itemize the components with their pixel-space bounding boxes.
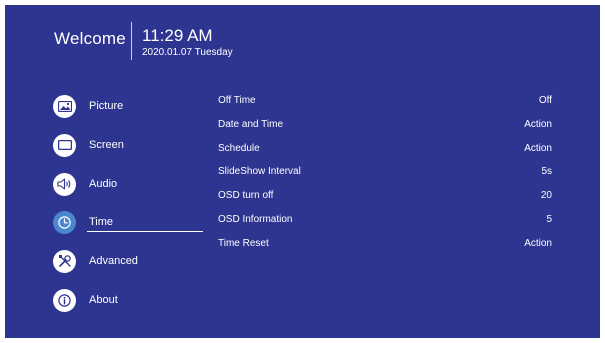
setting-label: Time Reset bbox=[218, 237, 269, 249]
setting-value: Action bbox=[524, 237, 552, 249]
nav-item-advanced[interactable]: Advanced bbox=[53, 248, 213, 274]
setting-label: OSD turn off bbox=[218, 190, 274, 202]
nav-item-picture[interactable]: Picture bbox=[53, 93, 213, 119]
setting-row-osd-turn-off[interactable]: OSD turn off 20 bbox=[218, 188, 552, 212]
setting-value: 5s bbox=[541, 166, 552, 178]
info-icon bbox=[53, 288, 76, 312]
time-settings-list: Off Time Off Date and Time Action Schedu… bbox=[218, 93, 552, 260]
picture-icon bbox=[53, 94, 76, 118]
setting-value: Action bbox=[524, 118, 552, 130]
nav-label-screen: Screen bbox=[89, 139, 124, 151]
screen-icon bbox=[53, 133, 76, 157]
setting-row-slideshow-interval[interactable]: SlideShow Interval 5s bbox=[218, 164, 552, 188]
current-date: 2020.01.07 Tuesday bbox=[142, 47, 233, 58]
setting-label: Off Time bbox=[218, 95, 256, 106]
clock-icon bbox=[53, 210, 76, 234]
nav-label-advanced: Advanced bbox=[89, 255, 138, 267]
setting-value: 5 bbox=[546, 213, 552, 225]
setting-value: 20 bbox=[540, 190, 552, 202]
setting-label: OSD Information bbox=[218, 213, 293, 225]
nav-label-about: About bbox=[89, 294, 118, 306]
setting-value: Action bbox=[524, 142, 552, 154]
nav-label-time: Time bbox=[89, 216, 114, 228]
osd-menu-screen: Welcome 11:29 AM 2020.01.07 Tuesday Pict… bbox=[5, 5, 600, 338]
nav-item-screen[interactable]: Screen bbox=[53, 132, 213, 158]
selected-item-underline bbox=[87, 231, 203, 232]
tools-icon bbox=[53, 249, 76, 273]
nav-item-about[interactable]: About bbox=[53, 287, 213, 313]
welcome-title: Welcome bbox=[54, 29, 126, 48]
setting-label: SlideShow Interval bbox=[218, 166, 301, 178]
setting-row-off-time[interactable]: Off Time Off bbox=[218, 93, 552, 117]
current-time: 11:29 AM bbox=[142, 26, 213, 45]
setting-row-osd-information[interactable]: OSD Information 5 bbox=[218, 212, 552, 236]
setting-value: Off bbox=[538, 95, 552, 106]
nav-label-audio: Audio bbox=[89, 178, 118, 190]
setting-row-date-and-time[interactable]: Date and Time Action bbox=[218, 117, 552, 141]
nav-item-audio[interactable]: Audio bbox=[53, 171, 213, 197]
setting-label: Date and Time bbox=[218, 118, 284, 130]
nav-label-picture: Picture bbox=[89, 100, 124, 112]
setting-row-schedule[interactable]: Schedule Action bbox=[218, 141, 552, 165]
setting-label: Schedule bbox=[218, 142, 260, 154]
speaker-icon bbox=[53, 172, 76, 196]
header-divider bbox=[131, 22, 132, 60]
setting-row-time-reset[interactable]: Time Reset Action bbox=[218, 236, 552, 260]
